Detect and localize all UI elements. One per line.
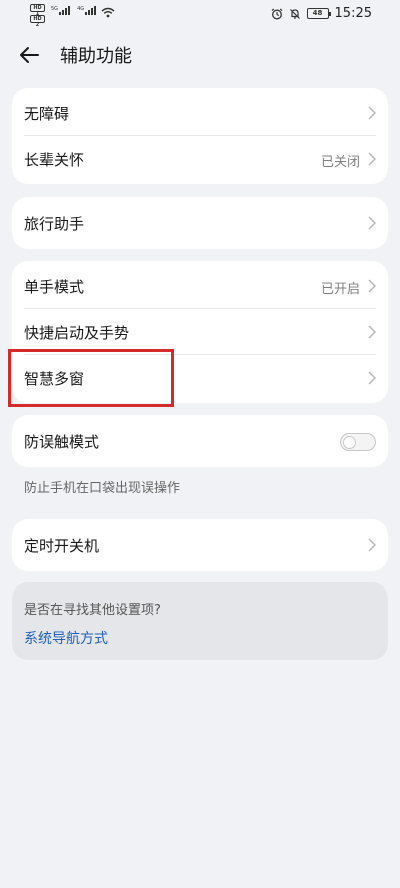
hd-badge-2: HD 2: [30, 15, 45, 28]
setting-accessibility[interactable]: 无障碍: [12, 90, 388, 136]
screen: HD 1 HD 2 5G 4G 48 15:25 辅助功能 无障碍 长辈关怀 已…: [0, 0, 400, 888]
toggle-knob: [343, 435, 356, 449]
setting-label: 智慧多窗: [24, 370, 85, 388]
setting-value: 已关闭: [320, 155, 360, 170]
chevron-right-icon: [368, 106, 376, 120]
chevron-right-icon: [368, 538, 376, 552]
wifi-icon: [101, 7, 115, 18]
anti-touch-toggle[interactable]: [340, 433, 376, 451]
hd-badge-1: HD 1: [30, 4, 45, 17]
battery-icon: 48: [306, 8, 331, 19]
anti-touch-description: 防止手机在口袋出现误操作: [24, 481, 181, 496]
signal-1-label: 5G: [51, 6, 59, 12]
settings-card-1: 无障碍 长辈关怀 已关闭: [12, 88, 388, 184]
signal-2-icon: 4G: [77, 6, 97, 15]
setting-label: 单手模式: [24, 278, 85, 296]
setting-elder-care[interactable]: 长辈关怀 已关闭: [12, 136, 388, 182]
suggestion-question: 是否在寻找其他设置项?: [24, 603, 161, 618]
app-header: 辅助功能: [0, 30, 400, 80]
suggestion-card: 是否在寻找其他设置项? 系统导航方式: [12, 582, 388, 660]
setting-one-hand-mode[interactable]: 单手模式 已开启: [12, 263, 388, 309]
chevron-right-icon: [368, 216, 376, 230]
setting-label: 快捷启动及手势: [24, 324, 130, 342]
clock: 15:25: [334, 6, 372, 21]
setting-label: 定时开关机: [24, 537, 100, 555]
setting-label: 长辈关怀: [24, 151, 85, 169]
mute-bell-icon: [289, 8, 300, 19]
settings-card-5: 定时开关机: [12, 519, 388, 571]
status-bar: HD 1 HD 2 5G 4G 48 15:25: [0, 0, 400, 30]
back-arrow-icon: [20, 47, 39, 63]
setting-travel-assistant[interactable]: 旅行助手: [12, 200, 388, 246]
hd-badges: HD 1 HD 2: [30, 4, 45, 28]
chevron-right-icon: [368, 371, 376, 385]
setting-label: 旅行助手: [24, 215, 85, 233]
settings-card-3: 单手模式 已开启 快捷启动及手势 智慧多窗: [12, 261, 388, 403]
signal-2-label: 4G: [77, 6, 85, 12]
alarm-icon: [271, 8, 282, 19]
chevron-right-icon: [368, 152, 376, 166]
setting-shortcuts-gestures[interactable]: 快捷启动及手势: [12, 309, 388, 355]
chevron-right-icon: [368, 279, 376, 293]
setting-smart-multi-window[interactable]: 智慧多窗: [12, 355, 388, 401]
setting-anti-touch: 防误触模式: [12, 418, 388, 464]
back-button[interactable]: [18, 42, 48, 68]
setting-scheduled-power[interactable]: 定时开关机: [12, 522, 388, 568]
page-title: 辅助功能: [60, 46, 132, 67]
settings-card-2: 旅行助手: [12, 197, 388, 249]
signal-1-icon: 5G: [51, 6, 71, 15]
setting-value: 已开启: [320, 282, 360, 297]
status-left: HD 1 HD 2 5G 4G: [30, 4, 115, 28]
setting-label: 无障碍: [24, 105, 70, 123]
settings-card-4: 防误触模式: [12, 415, 388, 467]
system-navigation-link[interactable]: 系统导航方式: [24, 628, 108, 648]
chevron-right-icon: [368, 325, 376, 339]
setting-label: 防误触模式: [24, 433, 100, 451]
status-right: 48 15:25: [271, 6, 372, 21]
